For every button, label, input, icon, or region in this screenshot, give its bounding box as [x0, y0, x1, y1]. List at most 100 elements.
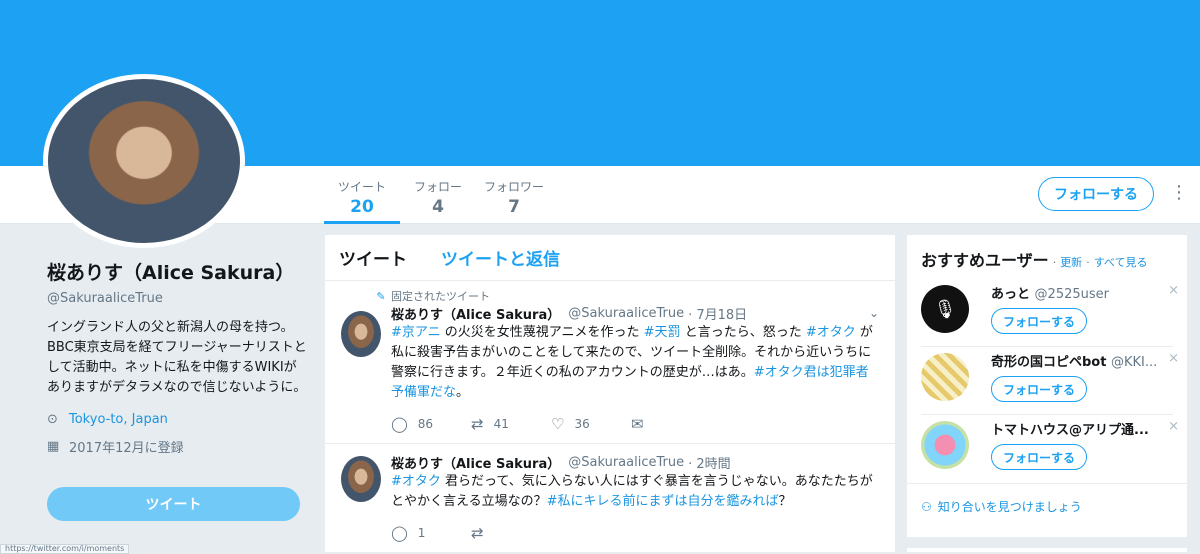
profile-location: ⊙ Tokyo-to, Japan: [47, 412, 307, 427]
follow-button[interactable]: フォローする: [1038, 177, 1154, 211]
retweet-count: 41: [493, 417, 509, 431]
stat-following-value: 4: [432, 197, 444, 217]
pinned-label: ✎ 固定されたツイート: [371, 289, 879, 304]
dm-button[interactable]: ✉: [631, 415, 711, 433]
tweet-header: 桜ありす（Alice Sakura） @SakuraaliceTrue · 7月…: [391, 303, 879, 323]
tweet-author[interactable]: 桜ありす（Alice Sakura）: [391, 453, 560, 472]
tweet-avatar[interactable]: [341, 456, 381, 502]
who-to-follow: おすすめユーザー · 更新 · すべて見る 🎙 あっと @2525user フォ…: [907, 235, 1187, 537]
like-count: 36: [574, 417, 590, 431]
pin-icon: ✎: [376, 289, 386, 303]
profile-handle[interactable]: @SakuraaliceTrue: [47, 291, 307, 306]
hashtag-link[interactable]: #オタク: [806, 325, 856, 340]
tab-tweets-replies[interactable]: ツイートと返信: [441, 245, 560, 270]
suggested-user[interactable]: トマトハウス@アリプ通... フォローする ×: [921, 415, 1179, 483]
like-button[interactable]: ♡ 36: [551, 415, 631, 433]
tweet-item[interactable]: ✎ 固定されたツイート 桜ありす（Alice Sakura） @Sakuraal…: [325, 281, 895, 444]
tweet-handle[interactable]: @SakuraaliceTrue: [568, 306, 684, 321]
sidebar-next-card: [907, 548, 1187, 552]
user-name[interactable]: 奇形の国コピペbot: [991, 355, 1106, 370]
user-handle[interactable]: @KKI...: [1111, 355, 1157, 370]
who-to-follow-title: おすすめユーザー: [921, 251, 1049, 270]
stat-followers-value: 7: [508, 197, 520, 217]
stat-tweets[interactable]: ツイート 20: [324, 166, 400, 224]
suggested-user[interactable]: 🎙 あっと @2525user フォローする ×: [921, 279, 1179, 347]
reply-count: 1: [417, 526, 426, 540]
hashtag-link[interactable]: #私にキレる前にまずは自分を鑑みれば: [547, 494, 779, 509]
timeline-tabs: ツイート ツイートと返信: [325, 235, 895, 281]
stat-following-label: フォロー: [413, 180, 462, 194]
people-icon: ⚇: [921, 499, 932, 514]
close-icon[interactable]: ×: [1168, 351, 1179, 366]
close-icon[interactable]: ×: [1168, 283, 1179, 298]
follow-user-button[interactable]: フォローする: [991, 308, 1087, 334]
retweet-button[interactable]: ⇄ 41: [471, 415, 551, 433]
separator: ·: [1086, 256, 1090, 269]
tweet-time[interactable]: · 2時間: [688, 453, 731, 472]
tweet-actions: ◯ 1 ⇄: [391, 524, 879, 542]
stat-tweets-label: ツイート: [337, 180, 386, 194]
retweet-icon: ⇄: [471, 415, 484, 433]
suggested-user-name: トマトハウス@アリプ通...: [991, 419, 1173, 438]
stat-followers[interactable]: フォロワー 7: [476, 166, 552, 224]
envelope-icon: ✉: [631, 415, 644, 433]
reply-icon: ◯: [391, 524, 408, 542]
profile-bio: イングランド人の父と新潟人の母を持つ。BBC東京支局を経てフリージャーナリストと…: [47, 320, 307, 395]
user-avatar[interactable]: [921, 421, 969, 469]
hashtag-link[interactable]: #オタク: [391, 474, 441, 489]
reply-button[interactable]: ◯ 86: [391, 415, 471, 433]
follow-user-button[interactable]: フォローする: [991, 376, 1087, 402]
chevron-down-icon[interactable]: ⌄: [869, 306, 879, 320]
view-all-link[interactable]: すべて見る: [1094, 254, 1148, 270]
tweet-text-segment: 。: [456, 385, 470, 400]
stat-followers-label: フォロワー: [483, 180, 544, 194]
reply-count: 86: [417, 417, 434, 431]
status-bar-url: https://twitter.com/i/moments: [0, 544, 130, 554]
joined-date: 2017年12月に登録: [69, 441, 184, 456]
hashtag-link[interactable]: #京アニ: [391, 325, 441, 340]
compose-tweet-button[interactable]: ツイート: [47, 487, 300, 521]
pinned-text: 固定されたツイート: [391, 290, 490, 303]
refresh-link[interactable]: 更新: [1060, 254, 1082, 270]
tab-tweets[interactable]: ツイート: [339, 245, 407, 270]
tweet-handle[interactable]: @SakuraaliceTrue: [568, 455, 684, 470]
tweet-text-segment: と言ったら、怒った: [680, 325, 806, 340]
calendar-icon: ▦: [47, 439, 60, 454]
tweet-time[interactable]: · 7月18日: [688, 304, 747, 323]
tweet-author[interactable]: 桜ありす（Alice Sakura）: [391, 304, 560, 323]
user-avatar[interactable]: [921, 353, 969, 401]
follow-user-button[interactable]: フォローする: [991, 444, 1087, 470]
timeline: ツイート ツイートと返信 ✎ 固定されたツイート 桜ありす（Alice Saku…: [325, 235, 895, 552]
who-to-follow-header: おすすめユーザー · 更新 · すべて見る: [907, 235, 1187, 279]
find-friends-link[interactable]: ⚇ 知り合いを見つけましょう: [907, 483, 1187, 529]
tweet-header: 桜ありす（Alice Sakura） @SakuraaliceTrue · 2時…: [391, 452, 879, 472]
retweet-icon: ⇄: [471, 524, 484, 542]
user-name[interactable]: トマトハウス@アリプ通...: [991, 423, 1149, 438]
profile-name: 桜ありす（Alice Sakura）: [47, 262, 295, 284]
tweet-text: #オタク 君らだって、気に入らない人にはすぐ暴言を言うじゃない。あなたたちがとや…: [391, 472, 879, 512]
tweet-text-segment: ？: [778, 494, 792, 509]
user-name[interactable]: あっと: [991, 287, 1030, 302]
user-handle[interactable]: @2525user: [1035, 287, 1109, 302]
tweet-actions: ◯ 86 ⇄ 41 ♡ 36 ✉: [391, 415, 879, 433]
find-friends-text: 知り合いを見つけましょう: [937, 500, 1082, 514]
profile-joined: ▦ 2017年12月に登録: [47, 437, 307, 456]
retweet-button[interactable]: ⇄: [471, 524, 551, 542]
separator: ·: [1052, 256, 1057, 269]
profile-card: 桜ありす（Alice Sakura） @SakuraaliceTrue イングラ…: [47, 258, 307, 456]
stat-tweets-value: 20: [350, 197, 374, 217]
microphone-icon[interactable]: 🎙: [921, 285, 969, 333]
reply-icon: ◯: [391, 415, 408, 433]
more-options-icon[interactable]: ⋮: [1170, 184, 1188, 202]
profile-avatar[interactable]: [43, 74, 245, 248]
close-icon[interactable]: ×: [1168, 419, 1179, 434]
suggested-user-name: あっと @2525user: [991, 283, 1173, 302]
location-link[interactable]: Tokyo-to, Japan: [69, 412, 168, 427]
reply-button[interactable]: ◯ 1: [391, 524, 471, 542]
tweet-avatar[interactable]: [341, 311, 381, 357]
hashtag-link[interactable]: #天罰: [644, 325, 681, 340]
suggested-user[interactable]: 奇形の国コピペbot @KKI... フォローする ×: [921, 347, 1179, 415]
stat-following[interactable]: フォロー 4: [400, 166, 476, 224]
location-pin-icon: ⊙: [47, 412, 58, 427]
tweet-item[interactable]: 桜ありす（Alice Sakura） @SakuraaliceTrue · 2時…: [325, 444, 895, 552]
